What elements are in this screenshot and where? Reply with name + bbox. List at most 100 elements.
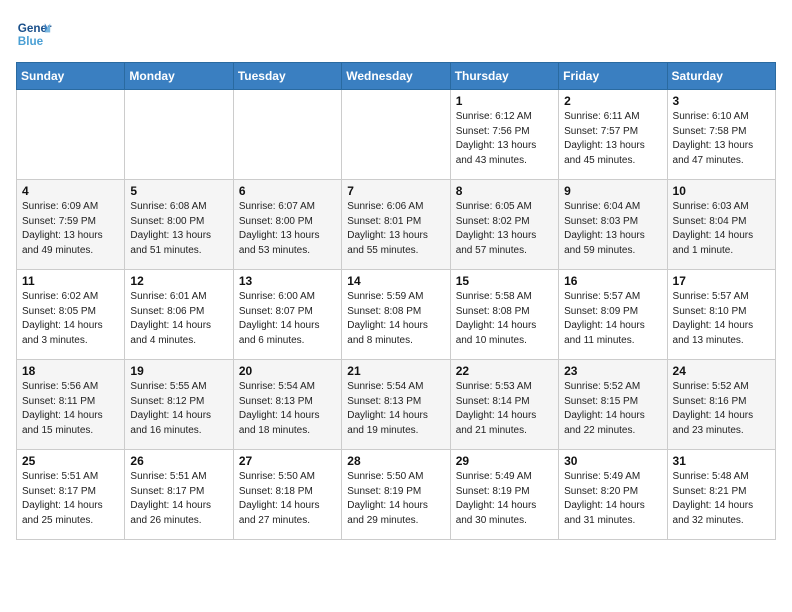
day-number: 16 [564,274,661,288]
day-number: 25 [22,454,119,468]
day-info: Sunrise: 6:01 AM Sunset: 8:06 PM Dayligh… [130,290,227,348]
day-number: 4 [22,184,119,198]
logo-icon: General Blue [16,16,52,52]
day-info: Sunrise: 6:02 AM Sunset: 8:05 PM Dayligh… [22,290,119,348]
calendar-cell: 23Sunrise: 5:52 AM Sunset: 8:15 PM Dayli… [559,360,667,450]
weekday-header: Monday [125,63,233,90]
day-info: Sunrise: 6:07 AM Sunset: 8:00 PM Dayligh… [239,200,336,258]
day-number: 5 [130,184,227,198]
day-number: 30 [564,454,661,468]
day-info: Sunrise: 6:12 AM Sunset: 7:56 PM Dayligh… [456,110,553,168]
day-info: Sunrise: 6:09 AM Sunset: 7:59 PM Dayligh… [22,200,119,258]
calendar-cell [125,90,233,180]
weekday-header: Thursday [450,63,558,90]
calendar-cell: 12 Sunrise: 6:01 AM Sunset: 8:06 PM Dayli… [125,270,233,360]
day-number: 2 [564,94,661,108]
day-number: 20 [239,364,336,378]
day-info: Sunrise: 5:49 AM Sunset: 8:20 PM Dayligh… [564,470,661,528]
day-info: Sunrise: 5:54 AM Sunset: 8:13 PM Dayligh… [347,380,444,438]
day-number: 21 [347,364,444,378]
weekday-header: Tuesday [233,63,341,90]
day-number: 11 [22,274,119,288]
day-number: 1 [456,94,553,108]
calendar-cell: 7 Sunrise: 6:06 AM Sunset: 8:01 PM Daylig… [342,180,450,270]
day-info: Sunrise: 6:00 AM Sunset: 8:07 PM Dayligh… [239,290,336,348]
calendar-cell: 22 Sunrise: 5:53 AM Sunset: 8:14 PM Dayli… [450,360,558,450]
day-number: 10 [673,184,770,198]
calendar-cell: 21 Sunrise: 5:54 AM Sunset: 8:13 PM Dayli… [342,360,450,450]
day-number: 9 [564,184,661,198]
day-number: 3 [673,94,770,108]
calendar-cell: 30 Sunrise: 5:49 AM Sunset: 8:20 PM Dayli… [559,450,667,540]
calendar-cell: 5 Sunrise: 6:08 AM Sunset: 8:00 PM Daylig… [125,180,233,270]
day-number: 13 [239,274,336,288]
calendar-week-row: 18 Sunrise: 5:56 AM Sunset: 8:11 PM Dayli… [17,360,776,450]
calendar-cell: 18 Sunrise: 5:56 AM Sunset: 8:11 PM Dayli… [17,360,125,450]
calendar-cell [342,90,450,180]
day-number: 23 [564,364,661,378]
day-number: 6 [239,184,336,198]
day-number: 22 [456,364,553,378]
weekday-header: Wednesday [342,63,450,90]
calendar-header: SundayMondayTuesdayWednesdayThursdayFrid… [17,63,776,90]
day-number: 31 [673,454,770,468]
day-number: 19 [130,364,227,378]
calendar-cell: 9 Sunrise: 6:04 AM Sunset: 8:03 PM Daylig… [559,180,667,270]
calendar-cell: 31 Sunrise: 5:48 AM Sunset: 8:21 PM Dayli… [667,450,775,540]
day-info: Sunrise: 6:03 AM Sunset: 8:04 PM Dayligh… [673,200,770,258]
calendar-week-row: 25 Sunrise: 5:51 AM Sunset: 8:17 PM Dayli… [17,450,776,540]
calendar-week-row: 1 Sunrise: 6:12 AM Sunset: 7:56 PM Daylig… [17,90,776,180]
day-number: 29 [456,454,553,468]
weekday-header: Friday [559,63,667,90]
day-number: 18 [22,364,119,378]
day-number: 14 [347,274,444,288]
calendar-cell: 11 Sunrise: 6:02 AM Sunset: 8:05 PM Dayli… [17,270,125,360]
weekday-header: Saturday [667,63,775,90]
day-info: Sunrise: 5:56 AM Sunset: 8:11 PM Dayligh… [22,380,119,438]
page-header: General Blue [16,16,776,52]
calendar-cell: 29Sunrise: 5:49 AM Sunset: 8:19 PM Dayli… [450,450,558,540]
calendar-cell: 20 Sunrise: 5:54 AM Sunset: 8:13 PM Dayli… [233,360,341,450]
day-info: Sunrise: 5:53 AM Sunset: 8:14 PM Dayligh… [456,380,553,438]
calendar-week-row: 11 Sunrise: 6:02 AM Sunset: 8:05 PM Dayli… [17,270,776,360]
calendar-cell: 10 Sunrise: 6:03 AM Sunset: 8:04 PM Dayli… [667,180,775,270]
calendar-cell: 25 Sunrise: 5:51 AM Sunset: 8:17 PM Dayli… [17,450,125,540]
day-number: 15 [456,274,553,288]
calendar-week-row: 4 Sunrise: 6:09 AM Sunset: 7:59 PM Daylig… [17,180,776,270]
calendar-cell: 28Sunrise: 5:50 AM Sunset: 8:19 PM Dayli… [342,450,450,540]
calendar-cell: 4 Sunrise: 6:09 AM Sunset: 7:59 PM Daylig… [17,180,125,270]
calendar-cell [233,90,341,180]
calendar-cell: 6 Sunrise: 6:07 AM Sunset: 8:00 PM Daylig… [233,180,341,270]
logo: General Blue [16,16,56,52]
day-info: Sunrise: 5:57 AM Sunset: 8:09 PM Dayligh… [564,290,661,348]
day-number: 7 [347,184,444,198]
day-info: Sunrise: 5:50 AM Sunset: 8:18 PM Dayligh… [239,470,336,528]
calendar-cell: 1 Sunrise: 6:12 AM Sunset: 7:56 PM Daylig… [450,90,558,180]
calendar-body: 1 Sunrise: 6:12 AM Sunset: 7:56 PM Daylig… [17,90,776,540]
calendar-cell: 24 Sunrise: 5:52 AM Sunset: 8:16 PM Dayli… [667,360,775,450]
day-info: Sunrise: 5:54 AM Sunset: 8:13 PM Dayligh… [239,380,336,438]
day-info: Sunrise: 6:06 AM Sunset: 8:01 PM Dayligh… [347,200,444,258]
calendar-cell: 17Sunrise: 5:57 AM Sunset: 8:10 PM Dayli… [667,270,775,360]
day-info: Sunrise: 6:05 AM Sunset: 8:02 PM Dayligh… [456,200,553,258]
calendar-cell: 19 Sunrise: 5:55 AM Sunset: 8:12 PM Dayli… [125,360,233,450]
day-number: 17 [673,274,770,288]
day-info: Sunrise: 5:52 AM Sunset: 8:16 PM Dayligh… [673,380,770,438]
day-info: Sunrise: 6:04 AM Sunset: 8:03 PM Dayligh… [564,200,661,258]
day-number: 12 [130,274,227,288]
day-info: Sunrise: 5:48 AM Sunset: 8:21 PM Dayligh… [673,470,770,528]
day-info: Sunrise: 5:51 AM Sunset: 8:17 PM Dayligh… [130,470,227,528]
day-info: Sunrise: 5:55 AM Sunset: 8:12 PM Dayligh… [130,380,227,438]
day-info: Sunrise: 6:10 AM Sunset: 7:58 PM Dayligh… [673,110,770,168]
svg-text:Blue: Blue [18,35,44,48]
day-info: Sunrise: 5:59 AM Sunset: 8:08 PM Dayligh… [347,290,444,348]
day-info: Sunrise: 5:51 AM Sunset: 8:17 PM Dayligh… [22,470,119,528]
day-info: Sunrise: 6:11 AM Sunset: 7:57 PM Dayligh… [564,110,661,168]
calendar-cell [17,90,125,180]
calendar-cell: 15Sunrise: 5:58 AM Sunset: 8:08 PM Dayli… [450,270,558,360]
day-info: Sunrise: 6:08 AM Sunset: 8:00 PM Dayligh… [130,200,227,258]
calendar-cell: 3 Sunrise: 6:10 AM Sunset: 7:58 PM Daylig… [667,90,775,180]
calendar-cell: 8Sunrise: 6:05 AM Sunset: 8:02 PM Daylig… [450,180,558,270]
day-number: 24 [673,364,770,378]
calendar-cell: 26Sunrise: 5:51 AM Sunset: 8:17 PM Dayli… [125,450,233,540]
